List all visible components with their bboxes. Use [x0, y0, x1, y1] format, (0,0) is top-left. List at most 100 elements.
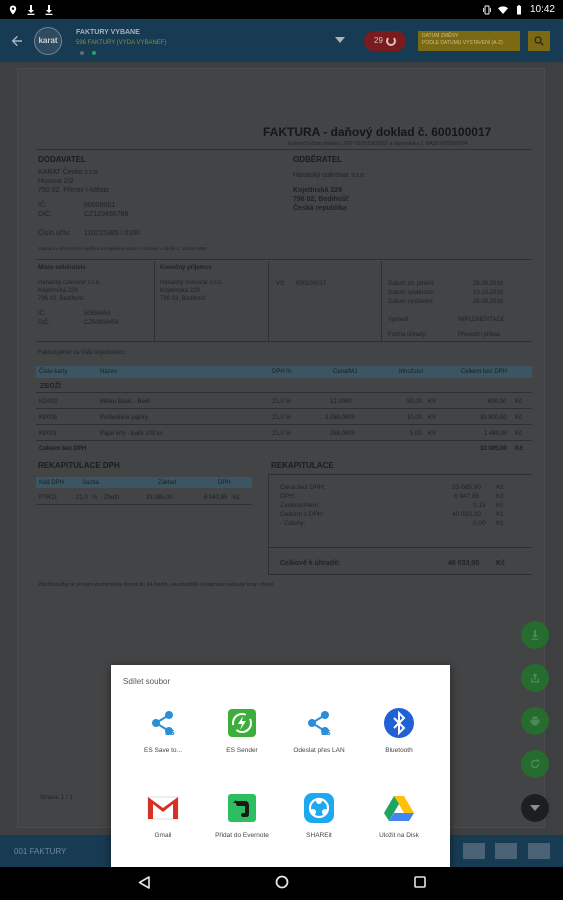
invoice-title: FAKTURA - daňový doklad č. 600100017	[263, 125, 492, 139]
bottom-bar-button[interactable]	[528, 843, 550, 859]
divider	[268, 547, 532, 548]
share-target-drive[interactable]: Uložit na Disk	[357, 792, 441, 839]
items-total-cur: Kč	[515, 446, 523, 452]
delivery-line: 796 02, Bedihošť	[38, 296, 84, 302]
item-cur: Kč	[515, 399, 523, 405]
divider	[381, 261, 382, 341]
location-icon	[9, 5, 17, 14]
collapse-fab-button[interactable]	[521, 794, 549, 822]
title-dropdown-button[interactable]	[326, 35, 354, 46]
shareit-icon	[303, 792, 335, 824]
item-price: 288,0000	[330, 431, 356, 437]
date-label: Datum splatnosti:	[388, 290, 435, 296]
share-button[interactable]	[521, 664, 549, 692]
back-button[interactable]	[0, 19, 34, 62]
recap-label: Celkem s DPH:	[280, 511, 325, 518]
print-icon	[530, 716, 540, 726]
issued-by-label: Vystavil:	[388, 317, 411, 323]
vat-recap-pct: %	[92, 495, 98, 501]
dialog-title: Sdílet soubor	[123, 677, 171, 686]
vs-label: VS:	[276, 281, 286, 287]
system-nav-bar	[0, 867, 563, 900]
delivery-line: Hanácký cukrovar s.r.o.	[38, 280, 101, 286]
share-target-shareit[interactable]: SHAREit	[277, 792, 361, 839]
item-code: KP001	[39, 431, 58, 437]
drive-icon	[383, 792, 415, 824]
items-header: Název	[100, 369, 118, 375]
item-unit: KS	[428, 415, 437, 421]
notification-badge[interactable]: 29	[364, 30, 406, 51]
bottom-bar-button[interactable]	[495, 843, 517, 859]
date-value: 28.09.2016	[473, 281, 504, 287]
recap-cur: Kč	[496, 484, 504, 491]
vibrate-icon	[483, 5, 491, 14]
divider	[36, 341, 532, 342]
final-recipient-heading: Konečný příjemce	[160, 265, 212, 271]
share-target-bluetooth[interactable]: Bluetooth	[357, 707, 441, 754]
amount-due-cur: Kč	[496, 560, 505, 567]
supplier-heading: DODAVATEL	[38, 155, 86, 164]
bottom-bar-button[interactable]	[463, 843, 485, 859]
item-qty: 50,00	[407, 399, 423, 405]
arrow-left-icon	[11, 35, 22, 46]
final-recipient-line: Kojetínská 229	[160, 288, 200, 294]
supplier-line: KARAT Česko s.r.o.	[38, 169, 100, 176]
date-value: 10.10.2016	[473, 290, 504, 296]
payment-label: Forma úhrady:	[388, 332, 428, 338]
print-button[interactable]	[521, 707, 549, 735]
nav-home-button[interactable]	[273, 875, 291, 892]
recap-label: Zaokrouhlení:	[280, 502, 320, 509]
app-bar: karat FAKTURY VYBANE 596 FAKTURY (VYDA V…	[0, 19, 563, 62]
account-label: Číslo účtu:	[38, 230, 72, 237]
search-button[interactable]	[528, 30, 550, 51]
recap-label: - Zálohy:	[280, 520, 306, 527]
recap-cur: Kč	[496, 520, 504, 527]
amount-due-label: Celkově k úhradě:	[280, 560, 341, 567]
download-button[interactable]	[521, 621, 549, 649]
vat-recap-heading: REKAPITULACE DPH	[38, 461, 120, 470]
items-header: Celkem bez DPH	[461, 369, 508, 375]
vs: 600100017	[296, 281, 327, 287]
bottom-bar-label[interactable]: 001 FAKTURY	[14, 847, 66, 856]
recap-cur: Kč	[496, 502, 504, 509]
chevron-down-icon	[530, 805, 540, 811]
title-block[interactable]: FAKTURY VYBANE 596 FAKTURY (VYDA VYBANEF…	[76, 19, 326, 62]
divider	[36, 259, 532, 260]
payment: Převodní příkaz	[458, 332, 501, 338]
vat-recap-rate: 21,0	[76, 495, 88, 501]
issued-by: IMPLEMENTACE	[458, 317, 505, 323]
sort-button[interactable]: DATUM ZMĚNY PODLE DATUMU VYSTAVENÍ (A-Z)	[418, 30, 520, 51]
divider	[36, 149, 532, 150]
share-target-lan[interactable]: ES Odeslat přes LAN	[277, 707, 361, 754]
share-target-es-sender[interactable]: ES Sender	[200, 707, 284, 754]
divider	[268, 261, 269, 341]
sync-icon	[385, 35, 396, 46]
item-total: 1 440,00	[484, 431, 508, 437]
refresh-button[interactable]	[521, 750, 549, 778]
share-target-evernote[interactable]: Přidat do Evernote	[200, 792, 284, 839]
share-target-gmail[interactable]: Gmail	[121, 792, 205, 839]
vat-recap-base: 33 085,00	[146, 495, 173, 501]
items-total-label: Celkem bez DPH	[39, 446, 87, 452]
item-code: KP005	[39, 415, 58, 421]
registry-note: zapsaná v obchodním rejstříku u Krajskéh…	[38, 246, 207, 251]
nav-back-button[interactable]	[135, 875, 153, 892]
recap-value: 0,00	[473, 520, 486, 527]
recap-value: 0,15	[473, 502, 486, 509]
svg-text:ES: ES	[165, 729, 175, 737]
delivery-dic: CZ50859458	[84, 320, 119, 326]
customer-line: Kojetínská 229	[293, 187, 343, 194]
items-total: 33 085,00	[480, 446, 507, 452]
supplier-ic-label: IČ:	[38, 202, 47, 209]
supplier-line: 750 02, Přerov I-Město	[38, 187, 110, 194]
search-icon	[534, 35, 544, 46]
status-bar: 10:42	[0, 0, 563, 19]
delivery-line: Kojetínská 229	[38, 288, 78, 294]
nav-home-icon	[275, 875, 288, 889]
nav-recents-button[interactable]	[411, 876, 429, 891]
share-target-es-save[interactable]: ES ES Save to...	[121, 707, 205, 754]
vat-recap-vat: 6 947,85	[204, 495, 228, 501]
download-icon	[45, 4, 53, 15]
page-title: FAKTURY VYBANE	[76, 29, 140, 36]
es-sender-icon	[226, 707, 258, 739]
